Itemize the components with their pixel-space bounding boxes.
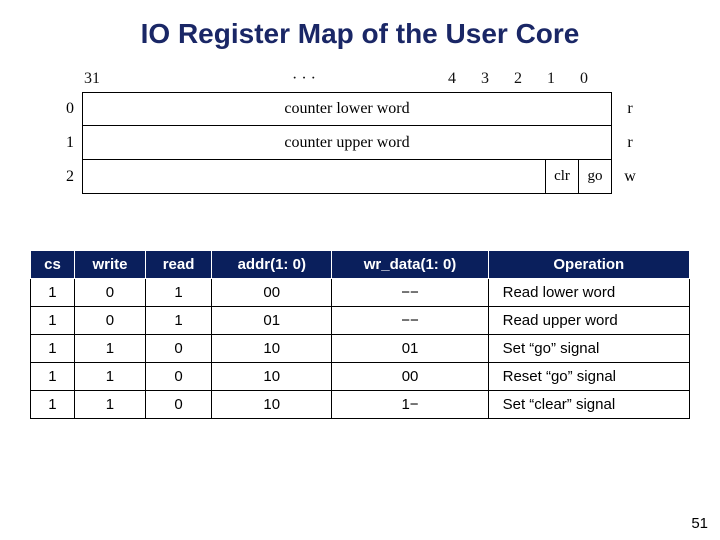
cell-write: 0	[74, 307, 145, 335]
cell-addr: 00	[212, 279, 332, 307]
cell-wrdata: 1−	[332, 391, 488, 419]
bit-label-2: 2	[514, 70, 522, 88]
reg-cell-go: go	[578, 160, 611, 193]
reg-index-2: 2	[60, 168, 82, 186]
th-op: Operation	[488, 251, 689, 279]
th-addr: addr(1: 0)	[212, 251, 332, 279]
reg-label-lower: counter lower word	[83, 93, 611, 125]
th-cs: cs	[31, 251, 75, 279]
cell-addr: 10	[212, 363, 332, 391]
bit-label-dots: · · ·	[292, 70, 316, 88]
cell-op: Reset “go” signal	[488, 363, 689, 391]
th-write: write	[74, 251, 145, 279]
cell-cs: 1	[31, 307, 75, 335]
th-read: read	[145, 251, 211, 279]
reg-index-0: 0	[60, 100, 82, 118]
table-row: 1 0 1 00 −− Read lower word	[31, 279, 690, 307]
bit-label-4: 4	[448, 70, 456, 88]
cell-read: 1	[145, 279, 211, 307]
operation-table: cs write read addr(1: 0) wr_data(1: 0) O…	[30, 250, 690, 419]
cell-cs: 1	[31, 279, 75, 307]
reg-row-1: counter upper word	[82, 126, 612, 160]
bit-label-3: 3	[481, 70, 489, 88]
cell-write: 1	[74, 335, 145, 363]
cell-addr: 10	[212, 391, 332, 419]
reg-label-upper: counter upper word	[83, 126, 611, 159]
reg-row-2: clr go	[82, 160, 612, 194]
page-number: 51	[691, 515, 708, 532]
cell-op: Read upper word	[488, 307, 689, 335]
reg-row-0: counter lower word	[82, 92, 612, 126]
cell-write: 1	[74, 391, 145, 419]
th-wrdata: wr_data(1: 0)	[332, 251, 488, 279]
reg-index-1: 1	[60, 134, 82, 152]
table-row: 1 1 0 10 00 Reset “go” signal	[31, 363, 690, 391]
cell-op: Set “go” signal	[488, 335, 689, 363]
cell-cs: 1	[31, 363, 75, 391]
cell-wrdata: −−	[332, 307, 488, 335]
cell-read: 1	[145, 307, 211, 335]
table-row: 1 0 1 01 −− Read upper word	[31, 307, 690, 335]
table-row: 1 1 0 10 01 Set “go” signal	[31, 335, 690, 363]
cell-op: Set “clear” signal	[488, 391, 689, 419]
cell-read: 0	[145, 335, 211, 363]
cell-cs: 1	[31, 335, 75, 363]
reg-mode-0: r	[612, 100, 638, 118]
bit-label-0: 0	[580, 70, 588, 88]
table-row: 1 1 0 10 1− Set “clear” signal	[31, 391, 690, 419]
cell-write: 1	[74, 363, 145, 391]
reg-blank	[83, 160, 545, 193]
bit-label-1: 1	[547, 70, 555, 88]
table-header-row: cs write read addr(1: 0) wr_data(1: 0) O…	[31, 251, 690, 279]
cell-wrdata: 01	[332, 335, 488, 363]
cell-cs: 1	[31, 391, 75, 419]
cell-op: Read lower word	[488, 279, 689, 307]
reg-mode-2: w	[612, 168, 638, 186]
cell-addr: 10	[212, 335, 332, 363]
cell-read: 0	[145, 391, 211, 419]
reg-mode-1: r	[612, 134, 638, 152]
cell-wrdata: 00	[332, 363, 488, 391]
slide-title: IO Register Map of the User Core	[0, 0, 720, 62]
cell-addr: 01	[212, 307, 332, 335]
cell-read: 0	[145, 363, 211, 391]
reg-cell-clr: clr	[545, 160, 578, 193]
cell-write: 0	[74, 279, 145, 307]
bit-label-31: 31	[84, 70, 100, 88]
register-diagram: 31 · · · 4 3 2 1 0 0 counter lower word …	[60, 70, 660, 194]
cell-wrdata: −−	[332, 279, 488, 307]
